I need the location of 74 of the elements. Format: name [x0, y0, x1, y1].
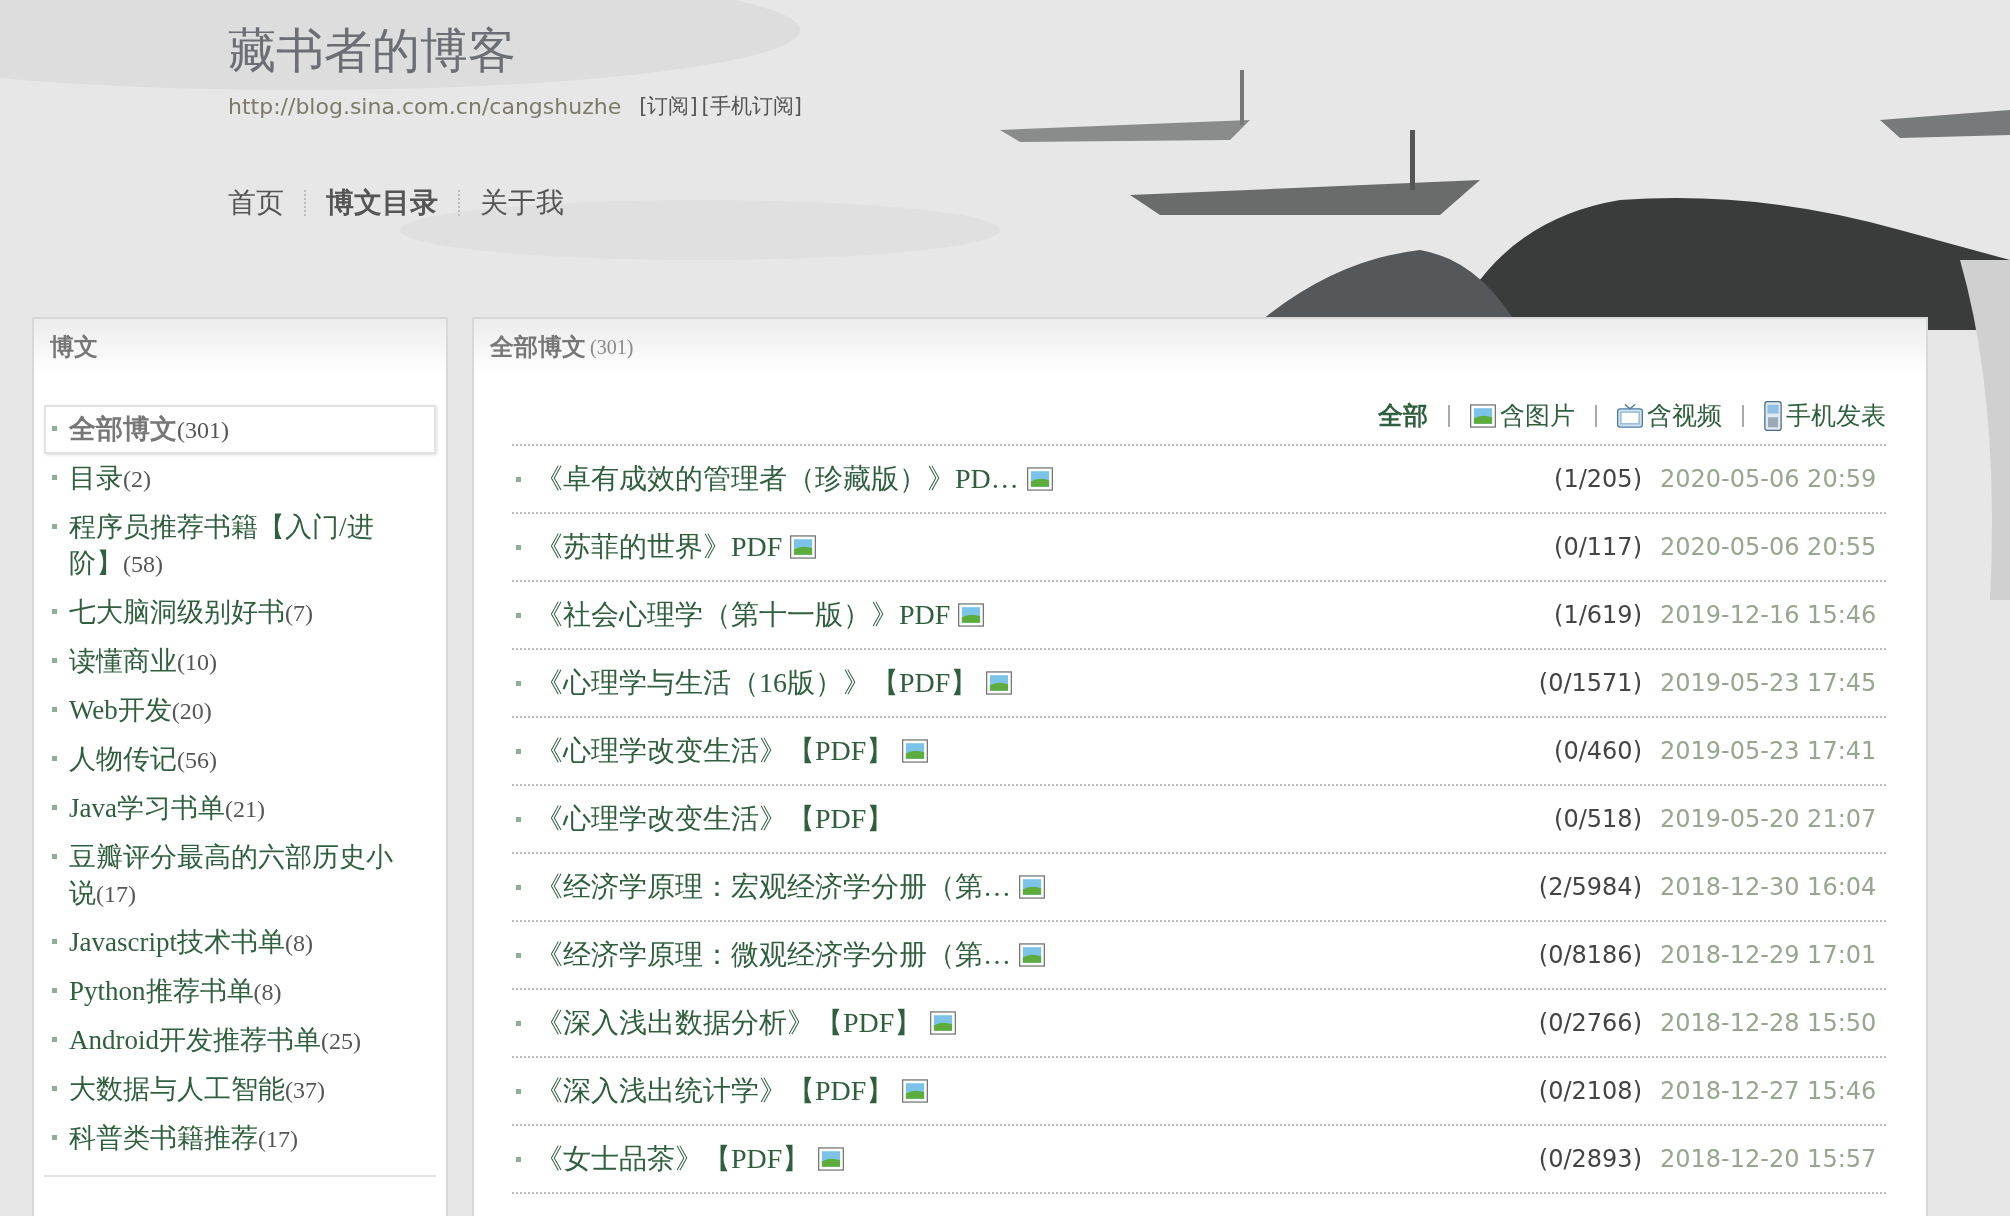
post-date: 2018-12-29 17:01 [1660, 941, 1878, 969]
category-item[interactable]: 人物传记(56) [44, 735, 436, 784]
comment-read-count: (0/1571) [1538, 669, 1642, 697]
post-date: 2019-05-23 17:45 [1660, 669, 1878, 697]
post-row[interactable]: 《心理学改变生活》【PDF】 (0/518) 2019-05-20 21:07 [512, 786, 1886, 854]
image-icon [1470, 403, 1496, 428]
comment-read-count: (0/2893) [1538, 1145, 1642, 1173]
category-item[interactable]: 豆瓣评分最高的六部历史小说(17) [44, 833, 436, 918]
tv-icon [1617, 403, 1643, 428]
post-title[interactable]: 《社会心理学（第十一版）》PDF [535, 596, 951, 634]
comment-read-count: (0/2108) [1538, 1077, 1642, 1105]
post-date: 2018-12-20 15:57 [1660, 1145, 1878, 1173]
post-title[interactable]: 《卓有成效的管理者（珍藏版）》PD… [535, 460, 1019, 498]
post-date: 2018-12-30 16:04 [1660, 873, 1878, 901]
phone-icon [1764, 400, 1782, 431]
panel-title: 全部博文 [490, 332, 586, 363]
post-date: 2018-12-28 15:50 [1660, 1009, 1878, 1037]
post-date: 2019-05-23 17:41 [1660, 737, 1878, 765]
category-item[interactable]: Java学习书单(21) [44, 784, 436, 833]
category-item[interactable]: 七大脑洞级别好书(7) [44, 588, 436, 637]
post-date: 2018-12-27 15:46 [1660, 1077, 1878, 1105]
post-row[interactable]: 《苏菲的世界》PDF (0/117) 2020-05-06 20:55 [512, 514, 1886, 582]
subscribe-link[interactable]: [手机订阅] [701, 92, 802, 120]
post-row[interactable]: 《深入浅出统计学》【PDF】 (0/2108) 2018-12-27 15:46 [512, 1058, 1886, 1126]
post-title[interactable]: 《经济学原理：宏观经济学分册（第… [535, 868, 1011, 906]
post-date: 2019-12-16 15:46 [1660, 601, 1878, 629]
category-item[interactable]: 读懂商业(10) [44, 637, 436, 686]
category-item[interactable]: 科普类书籍推荐(17) [44, 1114, 436, 1163]
post-row[interactable]: 《卓有成效的管理者（珍藏版）》PD… (1/205) 2020-05-06 20:59 [512, 446, 1886, 514]
post-row[interactable]: 《女士品茶》【PDF】 (0/2893) 2018-12-20 15:57 [512, 1126, 1886, 1194]
post-row[interactable]: 《经济学原理：微观经济学分册（第… (0/8186) 2018-12-29 17:01 [512, 922, 1886, 990]
comment-read-count: (0/8186) [1538, 941, 1642, 969]
post-title[interactable]: 《深入浅出统计学》【PDF】 [535, 1072, 895, 1110]
filter-link[interactable]: 全部 [1378, 399, 1428, 432]
post-title[interactable]: 《经济学原理：微观经济学分册（第… [535, 936, 1011, 974]
category-item[interactable]: Python推荐书单(8) [44, 967, 436, 1016]
post-date: 2020-05-06 20:55 [1660, 533, 1878, 561]
post-date: 2020-05-06 20:59 [1660, 465, 1878, 493]
blog-title: 藏书者的博客 [228, 21, 517, 80]
post-count: (301) [590, 335, 634, 359]
comment-read-count: (1/205) [1554, 465, 1642, 493]
comment-read-count: (2/5984) [1538, 873, 1642, 901]
post-title[interactable]: 《心理学改变生活》【PDF】 [535, 800, 895, 838]
category-item[interactable]: 大数据与人工智能(37) [44, 1065, 436, 1114]
comment-read-count: (0/518) [1554, 805, 1642, 833]
nav-link[interactable]: 首页 [228, 184, 284, 222]
category-item[interactable]: Web开发(20) [44, 686, 436, 735]
comment-read-count: (1/619) [1554, 601, 1642, 629]
post-row[interactable]: 《经济学原理：宏观经济学分册（第… (2/5984) 2018-12-30 16:04 [512, 854, 1886, 922]
nav-link[interactable]: 博文目录 [326, 184, 438, 222]
post-title[interactable]: 《女士品茶》【PDF】 [535, 1140, 811, 1178]
filter-link[interactable]: 含图片 [1500, 399, 1575, 432]
filter-link[interactable]: 手机发表 [1786, 399, 1886, 432]
post-row[interactable]: 《深入浅出数据分析》【PDF】 (0/2766) 2018-12-28 15:50 [512, 990, 1886, 1058]
category-item[interactable]: Javascript技术书单(8) [44, 918, 436, 967]
category-item[interactable]: 全部博文(301) [44, 405, 436, 454]
comment-read-count: (0/460) [1554, 737, 1642, 765]
category-item[interactable]: 目录(2) [44, 454, 436, 503]
post-date: 2019-05-20 21:07 [1660, 805, 1878, 833]
comment-read-count: (0/2766) [1538, 1009, 1642, 1037]
category-item[interactable]: 程序员推荐书籍【入门/进阶】(58) [44, 503, 436, 588]
post-row[interactable]: 《社会心理学（第十一版）》PDF (1/619) 2019-12-16 15:46 [512, 582, 1886, 650]
category-item[interactable]: Android开发推荐书单(25) [44, 1016, 436, 1065]
subscribe-link[interactable]: [订阅] [639, 92, 698, 120]
panel-title: 博文 [50, 332, 98, 363]
post-row[interactable]: 《心理学与生活（16版）》【PDF】 (0/1571) 2019-05-23 17:45 [512, 650, 1886, 718]
nav-link[interactable]: 关于我 [480, 184, 564, 222]
post-row[interactable]: 《心理学改变生活》【PDF】 (0/460) 2019-05-23 17:41 [512, 718, 1886, 786]
filter-link[interactable]: 含视频 [1647, 399, 1722, 432]
post-title[interactable]: 《深入浅出数据分析》【PDF】 [535, 1004, 923, 1042]
post-title[interactable]: 《心理学与生活（16版）》【PDF】 [535, 664, 979, 702]
post-title[interactable]: 《苏菲的世界》PDF [535, 528, 783, 566]
comment-read-count: (0/117) [1554, 533, 1642, 561]
post-title[interactable]: 《心理学改变生活》【PDF】 [535, 732, 895, 770]
